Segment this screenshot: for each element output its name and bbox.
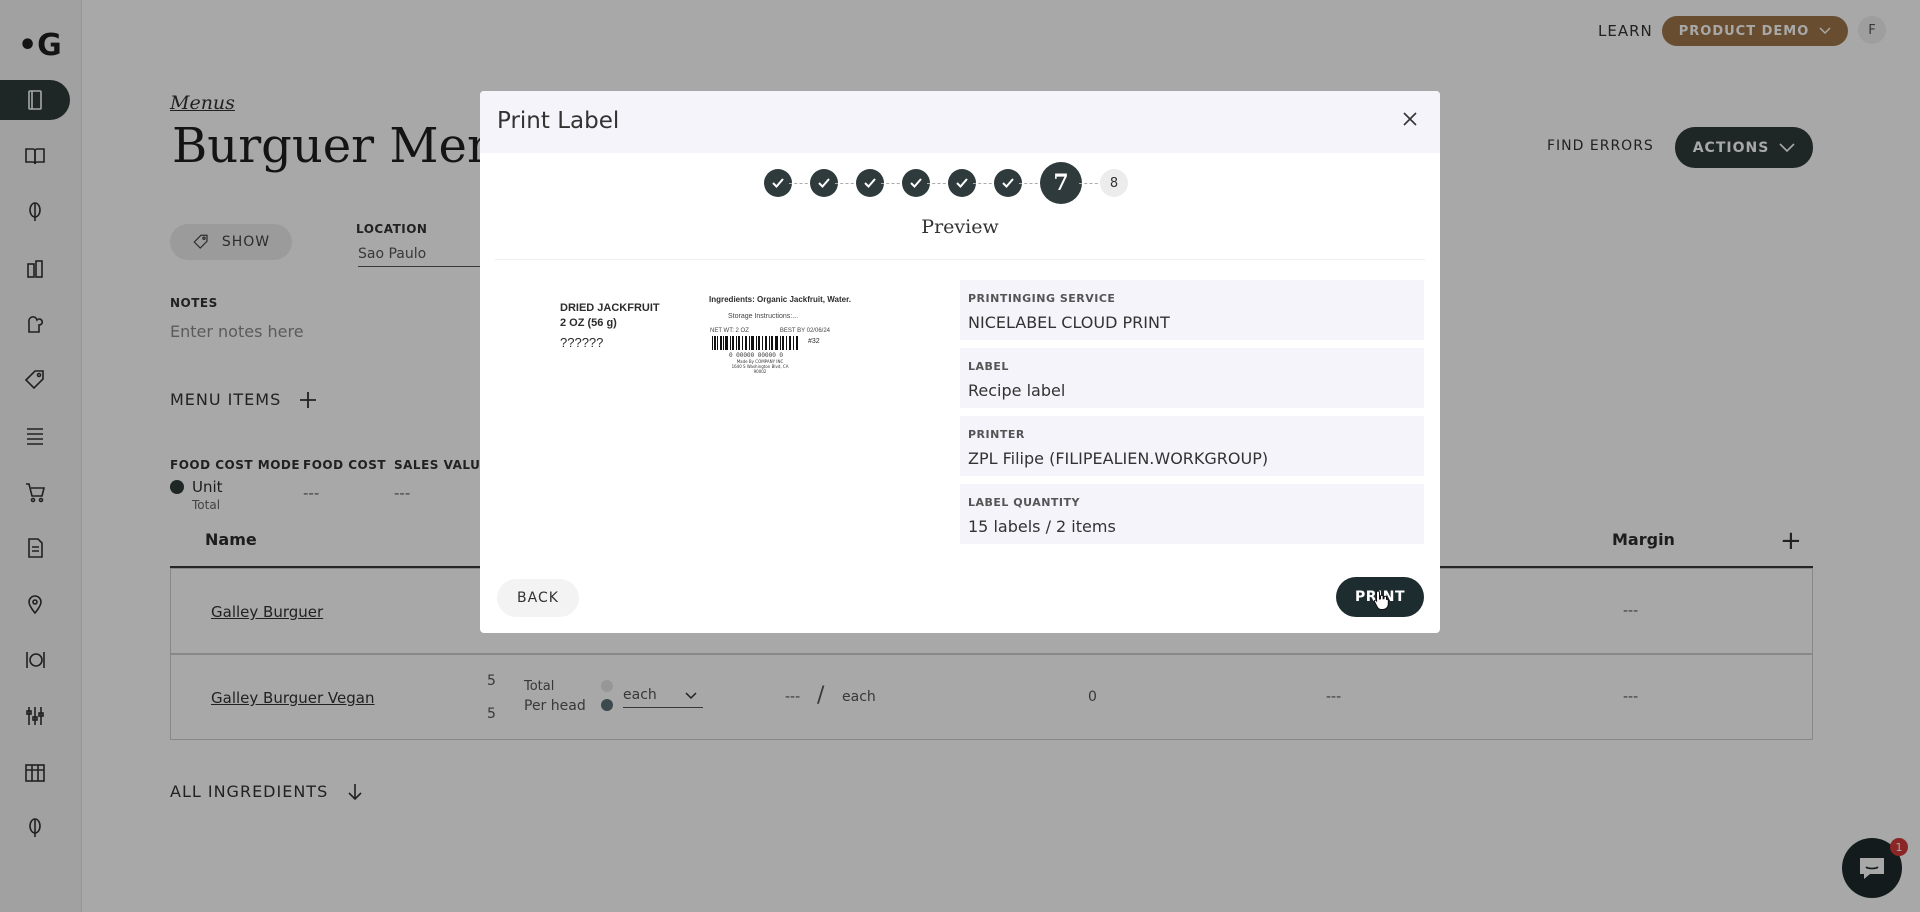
divider [495, 259, 1425, 260]
step-current: 7 [1040, 162, 1082, 204]
label-ingredients: Ingredients: Organic Jackfruit, Water. [709, 295, 851, 304]
field-label: LABEL [968, 360, 1009, 373]
label-maker: Made By COMPANY INC 1640 S Washington Bl… [730, 359, 790, 374]
label-quantity-field[interactable]: LABEL QUANTITY 15 labels / 2 items [960, 484, 1424, 544]
field-value: Recipe label [968, 381, 1066, 400]
field-value: ZPL Filipe (FILIPEALIEN.WORKGROUP) [968, 449, 1269, 468]
label-unknown: ?????? [560, 335, 604, 350]
step-complete-3[interactable] [856, 169, 884, 197]
dialog-title: Print Label [497, 108, 620, 134]
print-label-dialog: Print Label 7 8 Preview DRIED JACKFRUIT … [480, 91, 1440, 633]
label-meta: NET WT: 2 OZ BEST BY 02/06/24 [710, 328, 830, 334]
hand-cursor-icon [1373, 590, 1389, 610]
field-label: PRINTINGING SERVICE [968, 292, 1116, 305]
step-complete-1[interactable] [764, 169, 792, 197]
label-barcode-digits: 0 00000 00000 0 [728, 352, 783, 359]
field-label: LABEL QUANTITY [968, 496, 1080, 509]
check-icon [1002, 178, 1014, 188]
label-item-number: #32 [808, 338, 820, 345]
label-field[interactable]: LABEL Recipe label [960, 348, 1424, 408]
label-preview: DRIED JACKFRUIT 2 OZ (56 g) ?????? Ingre… [560, 291, 860, 411]
step-complete-6[interactable] [994, 169, 1022, 197]
printing-service-field[interactable]: PRINTINGING SERVICE NICELABEL CLOUD PRIN… [960, 280, 1424, 340]
check-icon [818, 178, 830, 188]
check-icon [956, 178, 968, 188]
step-complete-4[interactable] [902, 169, 930, 197]
label-weight: 2 OZ (56 g) [560, 317, 617, 329]
check-icon [772, 178, 784, 188]
check-icon [864, 178, 876, 188]
label-best-by: BEST BY 02/06/24 [779, 328, 830, 334]
check-icon [910, 178, 922, 188]
label-product: DRIED JACKFRUIT 2 OZ (56 g) [560, 301, 660, 331]
step-complete-5[interactable] [948, 169, 976, 197]
field-value: NICELABEL CLOUD PRINT [968, 313, 1170, 332]
back-button[interactable]: BACK [497, 579, 579, 617]
field-value: 15 labels / 2 items [968, 517, 1116, 536]
label-net-wt: NET WT: 2 OZ [710, 328, 749, 334]
stepper: 7 8 [764, 162, 1128, 204]
label-product-name: DRIED JACKFRUIT [560, 302, 660, 314]
step-future: 8 [1100, 169, 1128, 197]
printer-field[interactable]: PRINTER ZPL Filipe (FILIPEALIEN.WORKGROU… [960, 416, 1424, 476]
field-label: PRINTER [968, 428, 1025, 441]
section-title: Preview [921, 216, 999, 238]
label-storage: Storage Instructions:... [728, 313, 799, 320]
dialog-header: Print Label [480, 91, 1440, 153]
step-complete-2[interactable] [810, 169, 838, 197]
close-icon[interactable] [1398, 107, 1422, 131]
label-address: 1640 S Washington Blvd, CA 90002 [731, 364, 789, 374]
